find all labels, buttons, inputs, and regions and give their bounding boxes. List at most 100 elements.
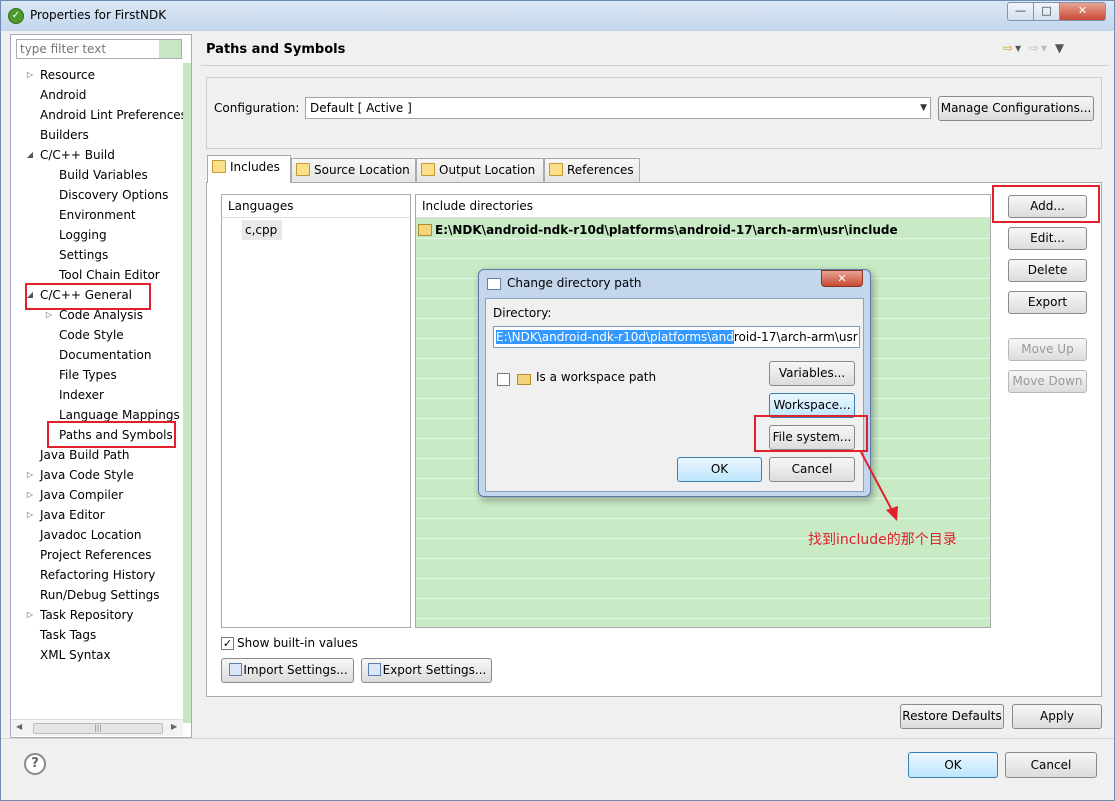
tree-item[interactable]: Task Tags [11, 625, 183, 645]
variables-button[interactable]: Variables... [769, 361, 855, 386]
scroll-thumb[interactable]: ||| [33, 723, 163, 734]
tree-item-label: Task Tags [40, 628, 97, 642]
include-directory-item[interactable]: E:\NDK\android-ndk-r10d\platforms\androi… [418, 221, 898, 239]
tree-item-label: Android Lint Preferences [40, 108, 187, 122]
tree-item[interactable]: Refactoring History [11, 565, 183, 585]
tab-includes[interactable]: Includes [207, 155, 291, 183]
references-tab-icon [549, 163, 563, 176]
tree-vertical-scrollbar[interactable] [183, 63, 191, 723]
tree-item[interactable]: ▷ Java Compiler [11, 485, 183, 505]
collapsed-icon[interactable]: ▷ [25, 465, 35, 485]
change-directory-dialog: Change directory path ✕ Directory: E:\ND… [478, 269, 871, 497]
manage-configurations-button[interactable]: Manage Configurations... [938, 96, 1094, 121]
dropdown-arrow-icon: ▼ [920, 103, 927, 113]
dialog-title: Change directory path [507, 276, 642, 290]
tree-item-label: Logging [59, 228, 107, 242]
tree-item[interactable]: Java Build Path [11, 445, 183, 465]
tree-item[interactable]: Project References [11, 545, 183, 565]
tree-item[interactable]: Android Lint Preferences [11, 105, 187, 125]
tree-item[interactable]: Run/Debug Settings [11, 585, 183, 605]
tree-item[interactable]: ◢ C/C++ Build [11, 145, 183, 165]
tree-item-label: Java Compiler [40, 488, 124, 502]
configuration-value: Default [ Active ] [310, 101, 412, 115]
forward-arrow-icon[interactable]: ⇨ [1029, 41, 1041, 55]
tree-item[interactable]: Environment [11, 205, 183, 225]
collapsed-icon[interactable]: ▷ [25, 65, 35, 85]
configuration-select[interactable]: Default [ Active ] ▼ [305, 97, 931, 119]
show-builtin-checkbox[interactable]: ✓ [221, 637, 234, 650]
language-item[interactable]: c,cpp [242, 220, 282, 240]
filter-input[interactable] [17, 40, 157, 58]
tree-item[interactable]: Build Variables [11, 165, 183, 185]
tree-item[interactable]: File Types [11, 365, 183, 385]
tree-item[interactable]: ▷ Resource [11, 65, 183, 85]
scroll-left-icon[interactable]: ◀ [16, 722, 22, 731]
close-button[interactable]: ✕ [1059, 2, 1106, 21]
highlight-cpp-general [25, 283, 151, 310]
tree-item-label: Tool Chain Editor [59, 268, 160, 282]
apply-button[interactable]: Apply [1012, 704, 1102, 729]
tree-item[interactable]: Javadoc Location [11, 525, 183, 545]
highlight-paths-and-symbols [47, 421, 176, 448]
tree-item[interactable]: Discovery Options [11, 185, 183, 205]
tree-item[interactable]: ▷ Java Editor [11, 505, 183, 525]
tree-item-label: Javadoc Location [40, 528, 142, 542]
tree-item[interactable]: Indexer [11, 385, 183, 405]
tree-item-label: Run/Debug Settings [40, 588, 160, 602]
dialog-window-icon [487, 278, 501, 290]
expanded-icon[interactable]: ◢ [25, 145, 35, 165]
app-icon: ✓ [8, 8, 24, 24]
workspace-path-checkbox[interactable] [497, 373, 510, 386]
tree-item[interactable]: Android [11, 85, 183, 105]
tree-item[interactable]: Code Style [11, 325, 183, 345]
cancel-button[interactable]: Cancel [1005, 752, 1097, 778]
collapsed-icon[interactable]: ▷ [25, 485, 35, 505]
tree-item-label: Refactoring History [40, 568, 156, 582]
restore-defaults-button[interactable]: Restore Defaults [900, 704, 1004, 729]
highlight-file-system-button [754, 415, 868, 452]
window-title: Properties for FirstNDK [30, 8, 167, 22]
move-down-button[interactable]: Move Down [1008, 370, 1087, 393]
tree-item-label: Settings [59, 248, 109, 262]
tree-item[interactable]: ▷ Java Code Style [11, 465, 183, 485]
back-menu-icon[interactable]: ▾ [1015, 41, 1023, 55]
dialog-cancel-button[interactable]: Cancel [769, 457, 855, 482]
delete-button[interactable]: Delete [1008, 259, 1087, 282]
scroll-right-icon[interactable]: ▶ [171, 722, 177, 731]
dialog-ok-button[interactable]: OK [677, 457, 762, 482]
tab-references[interactable]: References [544, 158, 640, 182]
tree-item[interactable]: Logging [11, 225, 183, 245]
tab-source-location[interactable]: Source Location [291, 158, 416, 182]
tree-item[interactable]: XML Syntax [11, 645, 183, 665]
collapsed-icon[interactable]: ▷ [25, 505, 35, 525]
tree-item[interactable]: ▷ Task Repository [11, 605, 183, 625]
edit-button[interactable]: Edit... [1008, 227, 1087, 250]
back-arrow-icon[interactable]: ⇨ [1003, 41, 1015, 55]
dialog-close-button[interactable]: ✕ [821, 270, 863, 287]
export-button[interactable]: Export [1008, 291, 1087, 314]
move-up-button[interactable]: Move Up [1008, 338, 1087, 361]
tree-item[interactable]: Documentation [11, 345, 183, 365]
tree-item[interactable]: Tool Chain Editor [11, 265, 183, 285]
help-icon[interactable]: ? [24, 753, 46, 775]
minimize-button[interactable]: — [1007, 2, 1034, 21]
tree-item[interactable]: Settings [11, 245, 183, 265]
filter-box[interactable] [16, 39, 182, 59]
languages-list[interactable]: Languages c,cpp [221, 194, 411, 628]
filter-clear-icon[interactable] [159, 40, 181, 58]
show-builtin-label: Show built-in values [237, 636, 358, 650]
workspace-path-label: Is a workspace path [536, 370, 657, 384]
forward-menu-icon[interactable]: ▾ [1041, 41, 1049, 55]
tree-item[interactable]: Builders [11, 125, 183, 145]
tree-horizontal-scrollbar[interactable]: ◀ ||| ▶ [11, 719, 183, 736]
tab-output-location[interactable]: Output Location [416, 158, 544, 182]
dialog-body: Directory: E:\NDK\android-ndk-r10d\platf… [485, 298, 864, 492]
view-menu-icon[interactable]: ▼ [1055, 41, 1066, 55]
ok-button[interactable]: OK [908, 752, 998, 778]
maximize-button[interactable]: □ [1033, 2, 1060, 21]
property-tree-pane: ▷ Resource Android Android Lint Preferences… [10, 34, 192, 738]
directory-input[interactable]: E:\NDK\android-ndk-r10d\platforms\androi… [493, 326, 860, 348]
collapsed-icon[interactable]: ▷ [25, 605, 35, 625]
tree-item-label: Code Style [59, 328, 124, 342]
footer-separator [1, 738, 1114, 739]
